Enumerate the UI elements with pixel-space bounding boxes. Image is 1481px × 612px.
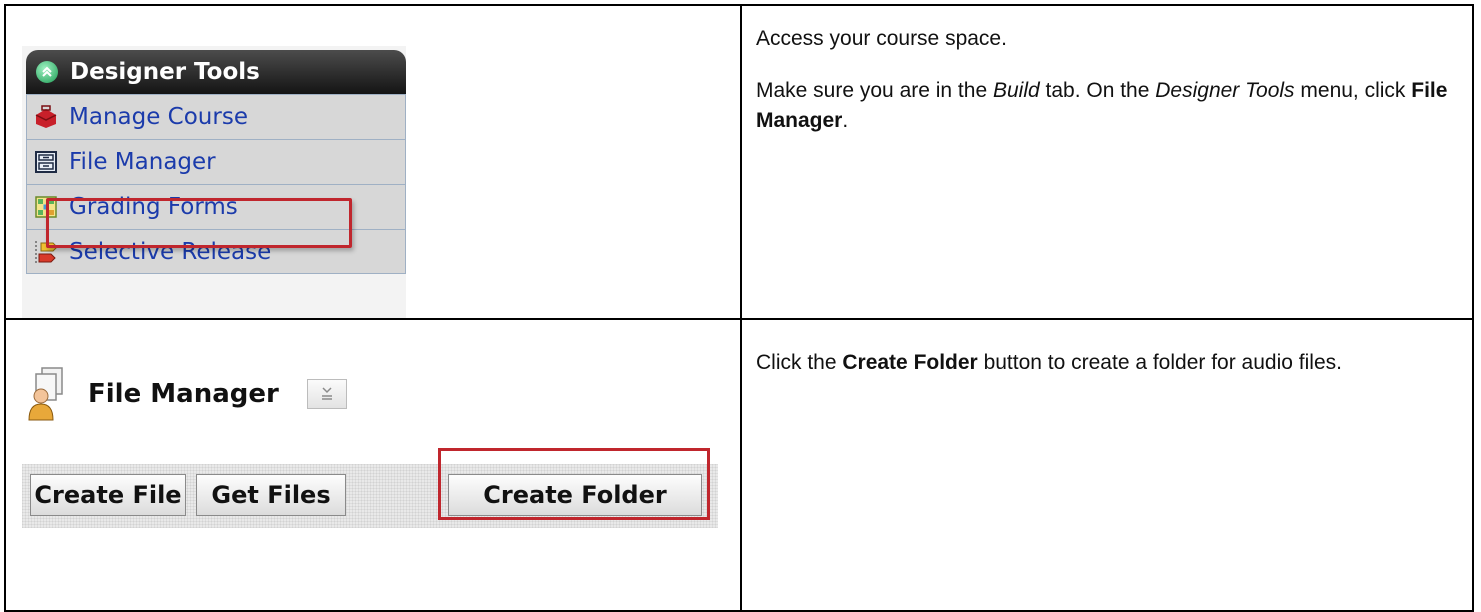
screenshot-cell: File Manager Create File Get Files Creat… bbox=[4, 318, 742, 612]
instruction-table: Designer Tools Manage Course File Manage… bbox=[4, 4, 1474, 612]
file-cabinet-icon bbox=[33, 149, 59, 175]
instruction-cell: Access your course space. Make sure you … bbox=[740, 4, 1474, 320]
file-manager-highlight-box bbox=[46, 198, 352, 248]
toolbox-icon bbox=[33, 104, 59, 130]
instruction-text: Click the Create Folder button to create… bbox=[756, 351, 1342, 374]
instruction-text: Access your course space. bbox=[756, 27, 1007, 50]
create-folder-highlight-box bbox=[438, 448, 710, 520]
table-row: Designer Tools Manage Course File Manage… bbox=[4, 4, 1474, 320]
screenshot-cell: Designer Tools Manage Course File Manage… bbox=[4, 4, 742, 320]
designer-tools-title: Designer Tools bbox=[70, 59, 260, 85]
menu-item-label[interactable]: Manage Course bbox=[69, 104, 248, 130]
create-file-button[interactable]: Create File bbox=[30, 474, 186, 516]
file-manager-panel: File Manager Create File Get Files Creat… bbox=[22, 364, 722, 584]
menu-item-label[interactable]: File Manager bbox=[69, 149, 216, 175]
designer-tools-panel: Designer Tools Manage Course File Manage… bbox=[22, 46, 406, 318]
options-dropdown-button[interactable] bbox=[306, 379, 347, 409]
file-manager-user-icon bbox=[26, 366, 66, 422]
file-manager-title: File Manager bbox=[88, 379, 279, 409]
menu-item-file-manager[interactable]: File Manager bbox=[26, 139, 406, 184]
instruction-cell: Click the Create Folder button to create… bbox=[740, 318, 1474, 612]
designer-tools-header[interactable]: Designer Tools bbox=[26, 50, 406, 94]
table-row: File Manager Create File Get Files Creat… bbox=[4, 318, 1474, 612]
menu-item-manage-course[interactable]: Manage Course bbox=[26, 94, 406, 139]
collapse-chevron-icon[interactable] bbox=[36, 61, 58, 83]
instruction-text: Make sure you are in the Build tab. On t… bbox=[756, 79, 1448, 132]
get-files-button[interactable]: Get Files bbox=[196, 474, 346, 516]
